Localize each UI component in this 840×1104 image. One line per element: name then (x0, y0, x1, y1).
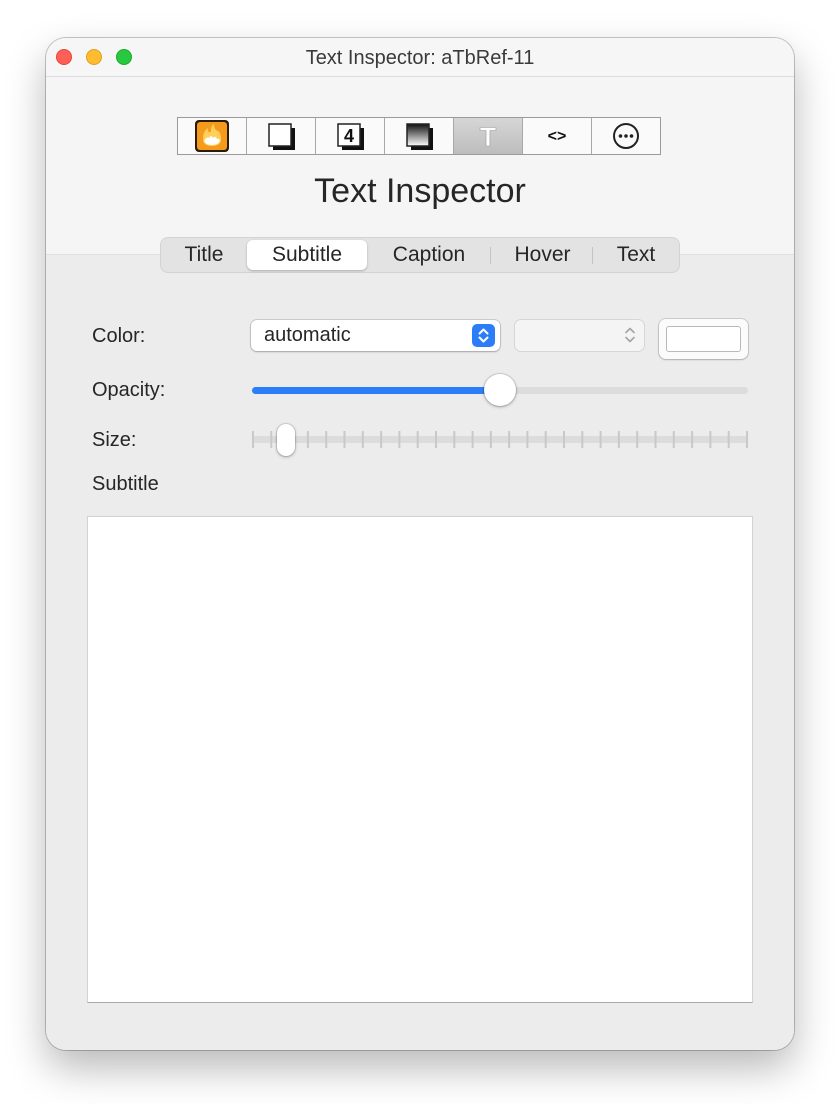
popup-stepper (472, 324, 495, 347)
tab-bar: Title Subtitle Caption Hover Text (160, 237, 680, 273)
tab-divider (592, 247, 593, 264)
opacity-slider[interactable] (252, 374, 748, 406)
size-tick (563, 431, 565, 448)
size-tick (636, 431, 639, 448)
general-inspector-button[interactable] (178, 118, 247, 154)
color-popup[interactable]: automatic (251, 320, 500, 351)
inspector-window: Text Inspector: aTbRef-11 4 T <> Text In… (46, 38, 794, 1050)
size-label: Size: (92, 429, 137, 451)
inspector-heading: Text Inspector (314, 172, 526, 210)
number-four-glyph: 4 (344, 126, 354, 146)
shape-inspector-button[interactable] (385, 118, 454, 154)
inspector-toolbar: 4 T <> (177, 117, 661, 155)
size-tick (361, 431, 364, 448)
size-tick (416, 431, 419, 448)
size-slider-ticks (252, 431, 748, 448)
size-tick (654, 431, 657, 448)
chevron-up-down-icon (478, 328, 489, 343)
text-t-glyph: T (480, 122, 497, 152)
color-label: Color: (92, 325, 146, 347)
size-tick (471, 431, 474, 448)
text-t-icon: T (479, 122, 497, 152)
size-slider-knob[interactable] (277, 424, 295, 456)
size-tick (617, 431, 620, 448)
more-ellipsis-icon (613, 123, 639, 149)
size-tick (508, 431, 511, 448)
text-inspector-button[interactable]: T (454, 118, 523, 154)
more-inspector-button[interactable] (592, 118, 660, 154)
subtitle-text-area[interactable] (87, 516, 753, 1003)
size-tick (581, 431, 584, 448)
opacity-slider-fill (252, 387, 500, 394)
size-tick (526, 431, 529, 448)
color-swatch (666, 326, 741, 352)
size-tick (727, 431, 730, 448)
appearance-inspector-button[interactable] (247, 118, 316, 154)
tab-caption[interactable]: Caption (369, 240, 489, 270)
window-title: Text Inspector: aTbRef-11 (305, 47, 535, 69)
note-shadow-icon (268, 123, 295, 150)
size-tick (746, 431, 748, 448)
gradient-box-icon (406, 123, 433, 150)
size-tick (435, 431, 437, 448)
color-secondary-popup[interactable] (515, 320, 644, 351)
title-bar[interactable]: Text Inspector: aTbRef-11 (46, 38, 794, 77)
size-tick (709, 431, 712, 448)
tab-divider (490, 247, 491, 264)
size-tick (398, 431, 401, 448)
code-brackets-glyph: <> (548, 128, 567, 145)
tab-title[interactable]: Title (163, 240, 245, 270)
size-tick (343, 431, 346, 448)
size-tick (270, 431, 273, 448)
opacity-slider-knob[interactable] (484, 374, 516, 406)
size-tick (691, 431, 694, 448)
opacity-label: Opacity: (92, 379, 166, 401)
size-tick (453, 431, 456, 448)
properties-inspector-button[interactable]: 4 (316, 118, 385, 154)
size-tick (672, 431, 675, 448)
color-popup-value: automatic (264, 324, 351, 346)
chevron-up-down-icon (625, 327, 635, 343)
tab-text[interactable]: Text (595, 240, 677, 270)
color-well[interactable] (659, 319, 748, 359)
size-tick (325, 431, 328, 448)
tab-subtitle[interactable]: Subtitle (247, 240, 367, 270)
size-tick (544, 431, 547, 448)
size-tick (599, 431, 602, 448)
code-brackets-icon: <> (548, 128, 567, 145)
size-tick (252, 431, 254, 448)
number-four-icon: 4 (337, 123, 364, 150)
flame-badge-icon (195, 120, 229, 152)
size-tick (380, 431, 383, 448)
section-label: Subtitle (92, 473, 159, 495)
tab-hover[interactable]: Hover (493, 240, 592, 270)
size-tick (489, 431, 492, 448)
action-inspector-button[interactable]: <> (523, 118, 592, 154)
size-tick (306, 431, 309, 448)
